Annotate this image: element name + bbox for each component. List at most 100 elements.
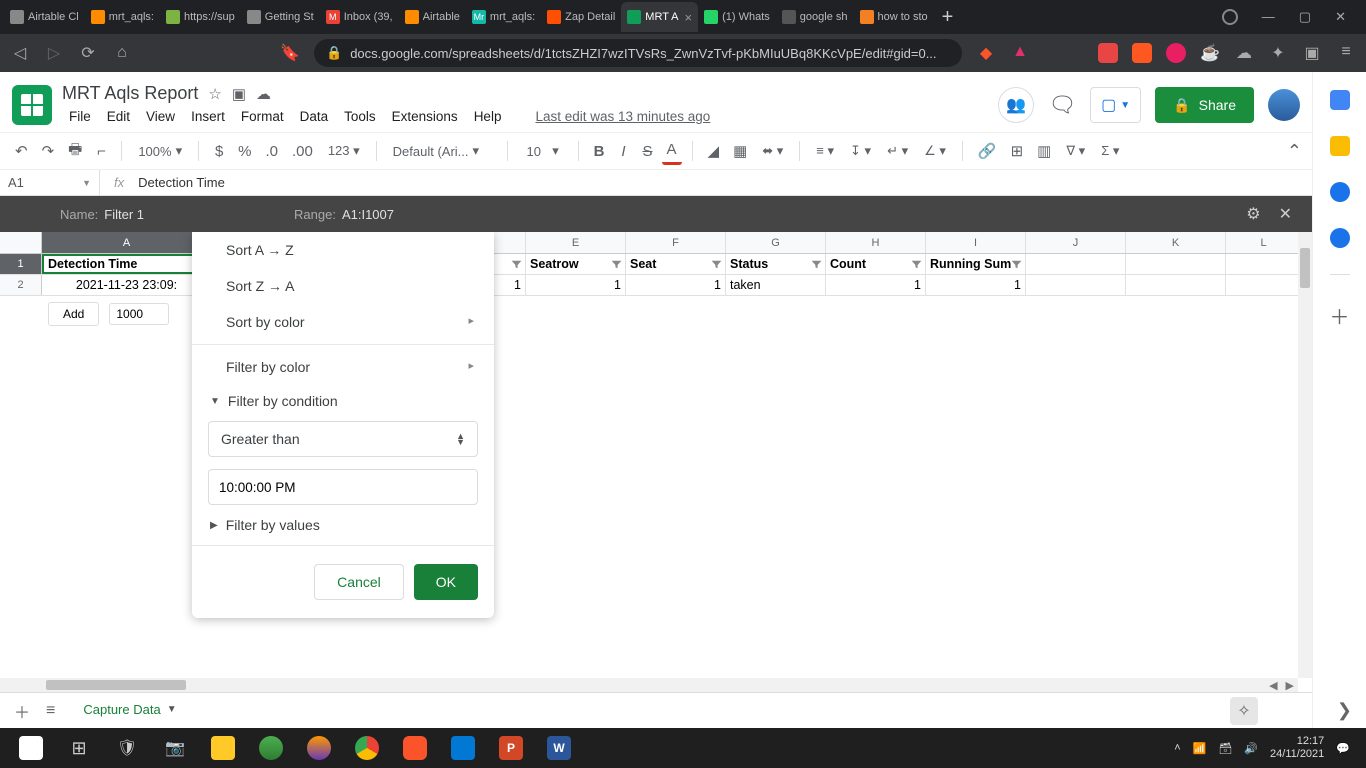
data-cell[interactable]: taken (726, 275, 826, 295)
firefox-app[interactable] (296, 728, 342, 768)
borders-button[interactable]: ▦ (728, 138, 752, 164)
paint-format-button[interactable]: ⌐ (91, 139, 111, 164)
add-rows-button[interactable]: Add (48, 302, 99, 326)
italic-button[interactable]: I (614, 139, 634, 164)
text-color-button[interactable]: A (662, 137, 682, 165)
filter-range[interactable]: A1:I1007 (342, 207, 394, 222)
calendar-addon-icon[interactable] (1330, 90, 1350, 110)
bold-button[interactable]: B (589, 139, 610, 164)
menu-data[interactable]: Data (293, 106, 336, 127)
data-cell[interactable] (1226, 275, 1302, 295)
menu-tools[interactable]: Tools (337, 106, 383, 127)
browser-tab[interactable]: Airtable Cl (4, 2, 85, 32)
filter-settings-icon[interactable]: ⚙ (1246, 204, 1260, 224)
name-box[interactable]: A1▼ (0, 170, 100, 195)
row-header-1[interactable]: 1 (0, 254, 42, 274)
col-header-H[interactable]: H (826, 232, 926, 253)
header-cell[interactable] (1026, 254, 1126, 274)
account-avatar[interactable] (1268, 89, 1300, 121)
chrome-app[interactable] (344, 728, 390, 768)
browser-tab[interactable]: Getting St (241, 2, 320, 32)
rotate-button[interactable]: ∠ ▾ (918, 141, 952, 161)
sort-by-color[interactable]: Sort by color (192, 304, 494, 340)
menu-insert[interactable]: Insert (184, 106, 232, 127)
sort-az[interactable]: Sort A → Z (192, 232, 494, 268)
sheet-tab-capture-data[interactable]: Capture Data▼ (71, 696, 188, 726)
data-cell[interactable] (1026, 275, 1126, 295)
col-header-A[interactable]: A (42, 232, 212, 253)
extensions-icon[interactable]: ✦ (1268, 43, 1288, 63)
bookmark-icon[interactable]: 🔖 (280, 43, 300, 63)
wifi-icon[interactable]: 📶 (1193, 742, 1207, 755)
link-button[interactable]: 🔗 (973, 138, 1002, 164)
comment-button[interactable]: ⊞ (1006, 138, 1029, 164)
ext-icon-1[interactable] (1098, 43, 1118, 63)
zoom-select[interactable]: 100% ▾ (132, 141, 188, 161)
explorer-app[interactable] (200, 728, 246, 768)
nav-forward[interactable]: ▷ (44, 43, 64, 63)
window-minimize[interactable]: ― (1262, 9, 1275, 25)
menu-edit[interactable]: Edit (100, 106, 137, 127)
battery-icon[interactable]: 🗃 (1218, 742, 1232, 755)
url-input[interactable]: 🔒 docs.google.com/spreadsheets/d/1tctsZH… (314, 39, 962, 67)
filter-ok-button[interactable]: OK (414, 564, 478, 600)
present-button[interactable]: ▢▼ (1090, 87, 1141, 123)
nav-home[interactable]: ⌂ (112, 44, 132, 62)
menu-format[interactable]: Format (234, 106, 291, 127)
col-header-K[interactable]: K (1126, 232, 1226, 253)
wrap-button[interactable]: ↵ ▾ (881, 141, 914, 161)
sidebar-icon[interactable]: ▣ (1302, 43, 1322, 63)
all-sheets-button[interactable]: ≡ (46, 702, 55, 720)
brave-shield-icon[interactable]: ◆ (976, 43, 996, 63)
cloud-status-icon[interactable]: ☁ (256, 85, 271, 103)
condition-value-input[interactable] (208, 469, 478, 505)
idm-app[interactable] (248, 728, 294, 768)
get-addons-button[interactable]: ＋ (1330, 301, 1350, 330)
condition-select[interactable]: Greater than ▲▼ (208, 421, 478, 457)
browser-menu-icon[interactable]: ≡ (1336, 43, 1356, 63)
header-cell[interactable]: Count (826, 254, 926, 274)
window-maximize[interactable]: ▢ (1299, 9, 1311, 25)
filter-name[interactable]: Filter 1 (104, 207, 144, 222)
star-icon[interactable]: ☆ (208, 85, 221, 103)
vscode-app[interactable] (440, 728, 486, 768)
data-cell[interactable]: 1 (526, 275, 626, 295)
word-app[interactable]: W (536, 728, 582, 768)
comments-button[interactable]: 🗨 (1048, 92, 1076, 118)
nav-reload[interactable]: ⟳ (78, 43, 98, 63)
browser-tab[interactable]: how to sto (854, 2, 934, 32)
move-icon[interactable]: ▣ (232, 85, 246, 103)
strike-button[interactable]: S (638, 139, 658, 164)
tasks-addon-icon[interactable] (1330, 182, 1350, 202)
format-percent[interactable]: % (233, 139, 256, 164)
valign-button[interactable]: ↧ ▾ (844, 141, 877, 161)
filter-close-icon[interactable]: ✕ (1279, 204, 1292, 224)
header-cell[interactable]: Seatrow (526, 254, 626, 274)
redo-button[interactable]: ↷ (37, 138, 60, 164)
col-header-I[interactable]: I (926, 232, 1026, 253)
col-header-E[interactable]: E (526, 232, 626, 253)
explore-button[interactable]: ✧ (1230, 697, 1258, 725)
menu-help[interactable]: Help (467, 106, 509, 127)
browser-profile-icon[interactable] (1222, 9, 1238, 25)
col-header-J[interactable]: J (1026, 232, 1126, 253)
add-rows-input[interactable] (109, 303, 169, 325)
browser-tab[interactable]: mrt_aqls: (85, 2, 160, 32)
meet-button[interactable]: 👥 (998, 87, 1034, 123)
ext-icon-2[interactable] (1132, 43, 1152, 63)
col-header-L[interactable]: L (1226, 232, 1302, 253)
header-cell[interactable] (1226, 254, 1302, 274)
browser-tab[interactable]: Zap Detail (541, 2, 621, 32)
header-cell[interactable]: Seat (626, 254, 726, 274)
fill-color-button[interactable]: ◢ (703, 138, 725, 164)
data-cell[interactable]: 2021-11-23 23:09: (42, 275, 212, 295)
chart-button[interactable]: ▥ (1032, 138, 1056, 164)
col-header-G[interactable]: G (726, 232, 826, 253)
sheets-logo[interactable] (12, 85, 52, 125)
decrease-decimal[interactable]: .0 (260, 139, 283, 164)
font-size-select[interactable]: 10 ▾ (518, 141, 568, 161)
menu-file[interactable]: File (62, 106, 98, 127)
contacts-addon-icon[interactable] (1330, 228, 1350, 248)
data-cell[interactable]: 1 (626, 275, 726, 295)
font-select[interactable]: Default (Ari... ▾ (387, 141, 497, 161)
